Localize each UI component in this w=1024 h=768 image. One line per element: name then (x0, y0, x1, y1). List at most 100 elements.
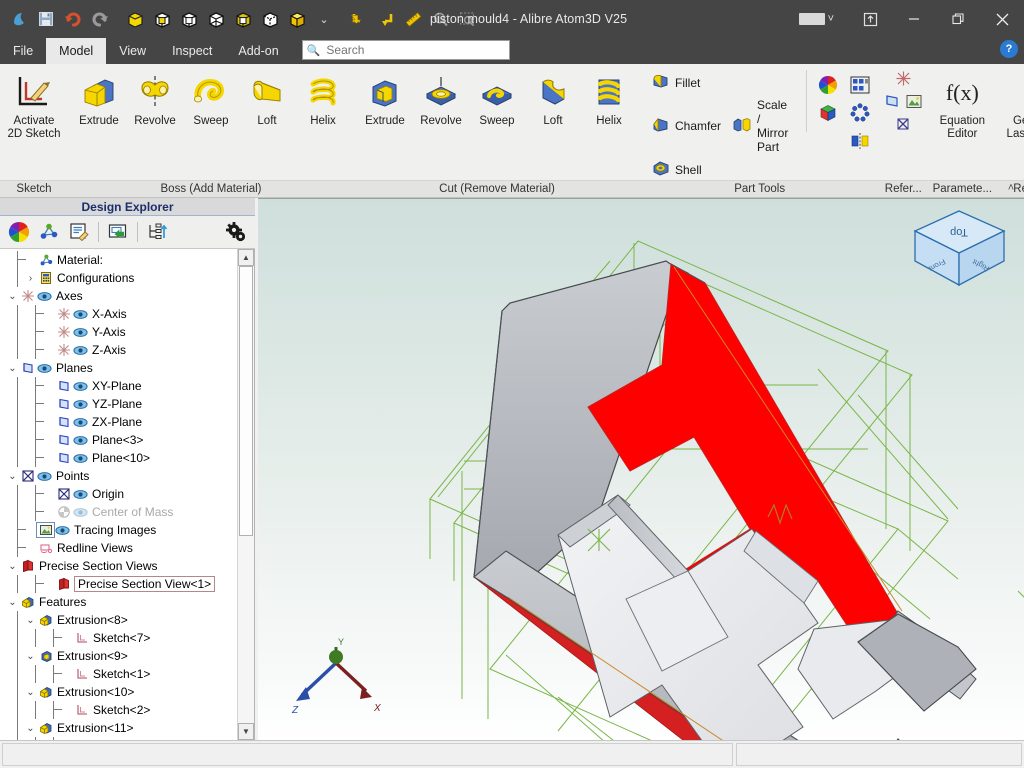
tree-item[interactable]: Sketch<1> (0, 665, 237, 683)
tracing-image-icon[interactable] (904, 91, 924, 111)
chamfer-button[interactable]: Chamfer (649, 116, 724, 137)
tree-item[interactable]: Sketch<5> (0, 737, 237, 740)
boss-extrude-button[interactable]: Extrude (71, 69, 127, 128)
tree-expander[interactable]: ⌄ (6, 561, 19, 572)
scale-mirror-part-button[interactable]: Scale / Mirror Part (729, 97, 792, 155)
visibility-eye-icon[interactable] (36, 471, 53, 482)
boss-sweep-button[interactable]: Sweep (183, 69, 239, 128)
boss-helix-button[interactable]: Helix (295, 69, 351, 128)
visibility-eye-icon[interactable] (36, 363, 53, 374)
tree-expander[interactable]: › (24, 273, 37, 284)
shell-button[interactable]: Shell (649, 159, 705, 180)
axis-icon[interactable] (892, 68, 914, 88)
tree-item[interactable]: ⌄ Extrusion<8> (0, 611, 237, 629)
color-display-icon[interactable] (284, 6, 310, 32)
activate-2d-sketch-button[interactable]: Activate 2D Sketch (3, 69, 65, 141)
scroll-track[interactable] (238, 266, 254, 723)
tree-scrollbar[interactable]: ▲ ▼ (237, 249, 254, 740)
cut-revolve-button[interactable]: Revolve (413, 69, 469, 128)
tree-item[interactable]: Plane<3> (0, 431, 237, 449)
account-chevron-down-icon[interactable]: ˅ (828, 13, 834, 25)
minimize-button[interactable] (892, 0, 936, 38)
tree-expander[interactable]: ⌄ (24, 615, 37, 626)
color-wheel-icon[interactable] (817, 74, 839, 96)
visibility-eye-icon[interactable] (54, 525, 71, 536)
share-icon[interactable] (848, 0, 892, 38)
tree-expander[interactable]: ⌄ (24, 723, 37, 734)
tree-expander[interactable]: ⌄ (24, 651, 37, 662)
edit-note-icon[interactable] (65, 219, 93, 246)
design-explorer-tree[interactable]: Material: › Configurations ⌄ Axes X-Axis Y-Axi… (0, 249, 237, 740)
cut-helix-button[interactable]: Helix (581, 69, 637, 128)
visibility-eye-icon[interactable] (72, 381, 89, 392)
redo-icon[interactable] (87, 6, 113, 32)
wireframe-display-icon[interactable] (203, 6, 229, 32)
tree-item[interactable]: X-Axis (0, 305, 237, 323)
visibility-eye-icon[interactable] (72, 327, 89, 338)
tree-item[interactable]: Sketch<2> (0, 701, 237, 719)
tree-expander[interactable]: ⌄ (6, 291, 19, 302)
shaded-display-icon[interactable] (122, 6, 148, 32)
generate-to-last-feature-button[interactable]: Generate to Last Feature ▾ (1000, 69, 1024, 141)
account-avatar[interactable] (798, 13, 825, 25)
tree-item[interactable]: YZ-Plane (0, 395, 237, 413)
hidden-line-display-icon[interactable] (176, 6, 202, 32)
cut-extrude-button[interactable]: Extrude (357, 69, 413, 128)
measure-icon[interactable] (400, 6, 426, 32)
tree-item[interactable]: Material: (0, 251, 237, 269)
menu-item-inspect[interactable]: Inspect (159, 38, 225, 64)
tree-item[interactable]: ⌄ Points (0, 467, 237, 485)
help-icon[interactable]: ? (1000, 40, 1018, 58)
menu-item-addon[interactable]: Add-on (225, 38, 291, 64)
tree-item[interactable]: ⌄ Planes (0, 359, 237, 377)
boss-revolve-button[interactable]: Revolve (127, 69, 183, 128)
comment-export-icon[interactable] (104, 219, 132, 246)
save-icon[interactable] (33, 6, 59, 32)
tree-item[interactable]: ⌄ Extrusion<11> (0, 719, 237, 737)
tree-item[interactable]: Tracing Images (0, 521, 237, 539)
close-button[interactable] (980, 0, 1024, 38)
tree-item[interactable]: ⌄ Extrusion<9> (0, 647, 237, 665)
material-node-icon[interactable] (35, 219, 63, 246)
wireframe-hidden-display-icon[interactable] (257, 6, 283, 32)
color-wheel-icon[interactable] (5, 219, 33, 246)
fillet-button[interactable]: Fillet (649, 72, 703, 93)
plane-icon[interactable] (882, 91, 902, 111)
scroll-up-button[interactable]: ▲ (238, 249, 254, 266)
cut-loft-button[interactable]: Loft (525, 69, 581, 128)
boss-loft-button[interactable]: Loft (239, 69, 295, 128)
visibility-eye-icon[interactable] (72, 417, 89, 428)
visibility-eye-icon[interactable] (72, 453, 89, 464)
tree-item[interactable]: ⌄ Precise Section Views (0, 557, 237, 575)
gear-settings-icon[interactable] (222, 219, 250, 246)
tree-item[interactable]: Redline Views (0, 539, 237, 557)
collapse-ribbon-button[interactable]: ˄ (1003, 180, 1019, 196)
visibility-eye-icon[interactable] (72, 345, 89, 356)
rgb-cube-icon[interactable] (817, 102, 839, 124)
tree-item[interactable]: ZX-Plane (0, 413, 237, 431)
cut-sweep-button[interactable]: Sweep (469, 69, 525, 128)
tree-item[interactable]: Center of Mass (0, 503, 237, 521)
mirror-feature-icon[interactable] (849, 130, 871, 152)
equation-editor-button[interactable]: f(x) Equation Editor (930, 69, 994, 141)
circular-pattern-icon[interactable] (849, 102, 871, 124)
tree-expander[interactable]: ⌄ (24, 687, 37, 698)
tree-item[interactable]: › Configurations (0, 269, 237, 287)
tree-item[interactable]: Origin (0, 485, 237, 503)
visibility-eye-icon[interactable] (72, 399, 89, 410)
visibility-eye-icon[interactable] (72, 489, 89, 500)
tree-item[interactable]: Y-Axis (0, 323, 237, 341)
normal-to-icon[interactable] (346, 6, 372, 32)
tree-item[interactable]: Z-Axis (0, 341, 237, 359)
maximize-restore-button[interactable] (936, 0, 980, 38)
visibility-eye-icon[interactable] (72, 507, 89, 518)
rollback-tree-icon[interactable] (143, 219, 171, 246)
tree-expander[interactable]: ⌄ (6, 471, 19, 482)
search-input[interactable] (324, 42, 505, 58)
display-mode-dropdown-icon[interactable]: ⌄ (311, 6, 337, 32)
tree-item[interactable]: Precise Section View<1> (0, 575, 237, 593)
alibre-logo-icon[interactable] (6, 6, 32, 32)
view-cube[interactable]: Top Front Right (906, 205, 1012, 297)
tree-item[interactable]: ⌄ Extrusion<10> (0, 683, 237, 701)
tree-item[interactable]: ⌄ Features (0, 593, 237, 611)
